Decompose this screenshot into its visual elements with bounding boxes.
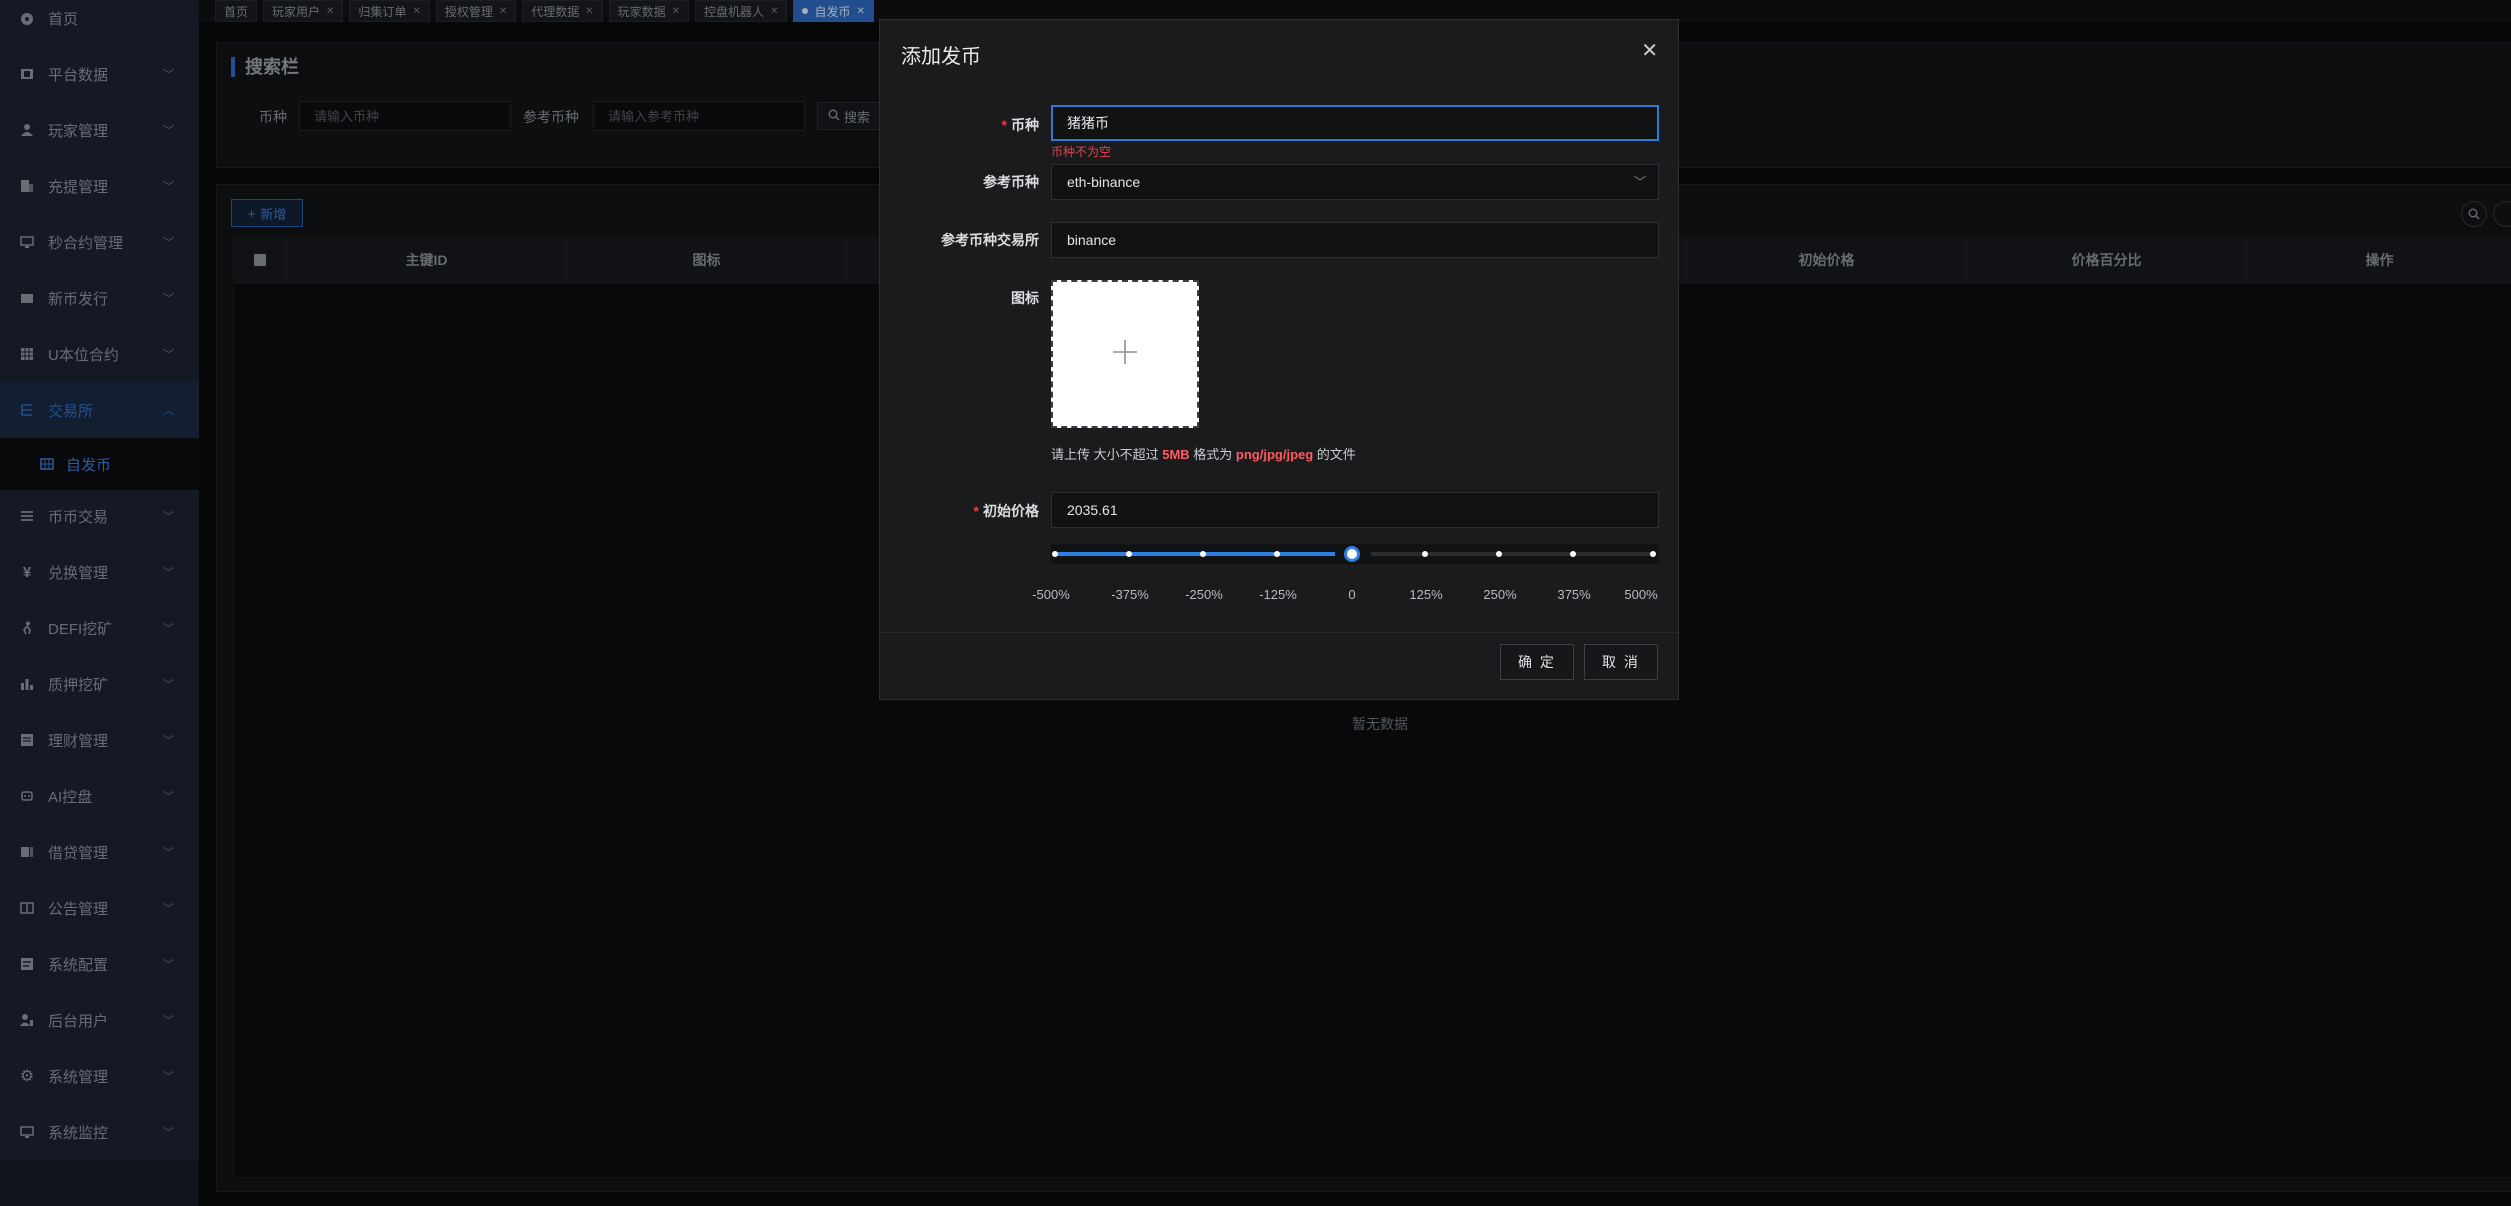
dialog-title: 添加发币: [901, 46, 981, 68]
upload-hint-formats: png/jpg/jpeg: [1235, 447, 1314, 462]
ref-exchange-input[interactable]: binance: [1051, 222, 1659, 258]
slider-mark[interactable]: -250%: [1185, 587, 1223, 602]
price-percent-slider[interactable]: [1051, 544, 1659, 564]
slider-mark[interactable]: 0: [1348, 587, 1355, 602]
slider-stop[interactable]: [1496, 551, 1502, 557]
coin-label: * 币种: [880, 115, 1039, 135]
price-input[interactable]: 2035.61: [1051, 492, 1659, 528]
slider-thumb[interactable]: [1344, 546, 1360, 562]
slider-stop[interactable]: [1052, 551, 1058, 557]
cancel-button[interactable]: 取 消: [1584, 644, 1658, 680]
upload-hint: 请上传 大小不超过 5MB 格式为 png/jpg/jpeg 的文件: [1051, 444, 1356, 463]
price-label: * 初始价格: [880, 501, 1039, 521]
upload-hint-text: 的文件: [1313, 447, 1356, 462]
slider-mark[interactable]: 375%: [1557, 587, 1590, 602]
coin-error-message: 币种不为空: [1051, 145, 1112, 159]
slider-stop[interactable]: [1422, 551, 1428, 557]
chevron-down-icon: ﹀: [1633, 175, 1646, 189]
slider-mark[interactable]: -125%: [1259, 587, 1297, 602]
add-coin-dialog: 添加发币 ✕ * 币种 猪猪币 币种不为空 参考币种 eth-binance ﹀ …: [879, 19, 1679, 700]
slider-mark[interactable]: -500%: [1032, 587, 1070, 602]
ref-coin-select-value: eth-binance: [1067, 174, 1141, 190]
slider-stop[interactable]: [1126, 551, 1132, 557]
slider-stop[interactable]: [1570, 551, 1576, 557]
confirm-button[interactable]: 确 定: [1500, 644, 1574, 680]
price-label-text: 初始价格: [983, 503, 1039, 519]
ref-coin-label: 参考币种: [983, 174, 1039, 190]
dialog-footer-divider: [880, 632, 1678, 633]
slider-stop[interactable]: [1274, 551, 1280, 557]
slider-mark[interactable]: 500%: [1624, 587, 1657, 602]
plus-icon: [1112, 339, 1138, 370]
ref-exchange-label: 参考币种交易所: [941, 232, 1039, 248]
slider-mark[interactable]: 125%: [1409, 587, 1442, 602]
icon-upload[interactable]: [1051, 280, 1199, 428]
icon-label: 图标: [1011, 290, 1039, 306]
close-icon[interactable]: ✕: [1641, 38, 1658, 63]
required-mark: *: [973, 503, 979, 519]
coin-input[interactable]: 猪猪币: [1051, 105, 1659, 141]
upload-hint-size: 5MB: [1162, 447, 1190, 462]
slider-mark[interactable]: 250%: [1483, 587, 1516, 602]
slider-stop[interactable]: [1200, 551, 1206, 557]
slider-mark[interactable]: -375%: [1111, 587, 1149, 602]
coin-label-text: 币种: [1011, 117, 1039, 133]
required-mark: *: [1001, 117, 1007, 133]
upload-hint-text: 请上传 大小不超过: [1051, 447, 1163, 462]
slider-track-fill: [1055, 552, 1335, 556]
slider-stop[interactable]: [1650, 551, 1656, 557]
upload-hint-text: 格式为: [1189, 447, 1236, 462]
ref-coin-select[interactable]: eth-binance ﹀: [1051, 164, 1659, 200]
